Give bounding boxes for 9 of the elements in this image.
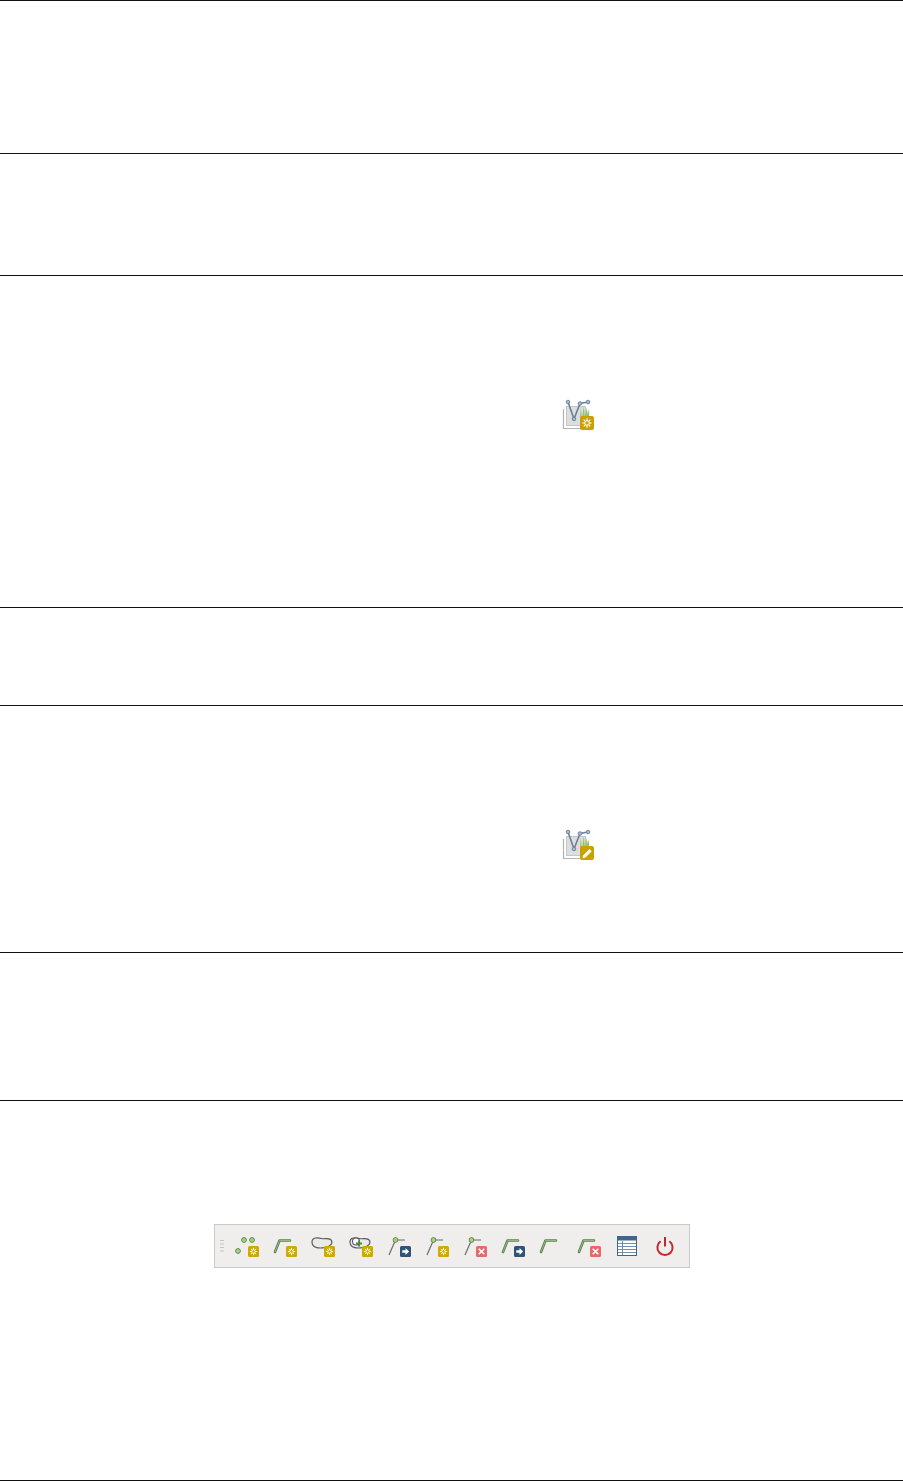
grip-icon[interactable] (218, 1239, 225, 1253)
vector-layer-star-icon (561, 398, 595, 430)
vertex-line-arrow-icon (385, 1234, 412, 1258)
dots-star-icon (233, 1234, 260, 1258)
vertex-line-star-icon (423, 1234, 450, 1258)
ring-polygon-star-icon (347, 1234, 374, 1258)
vector-layer-pencil-icon (561, 828, 595, 860)
vertex-line-cross-icon (461, 1234, 488, 1258)
polygon-star-icon (309, 1234, 336, 1258)
